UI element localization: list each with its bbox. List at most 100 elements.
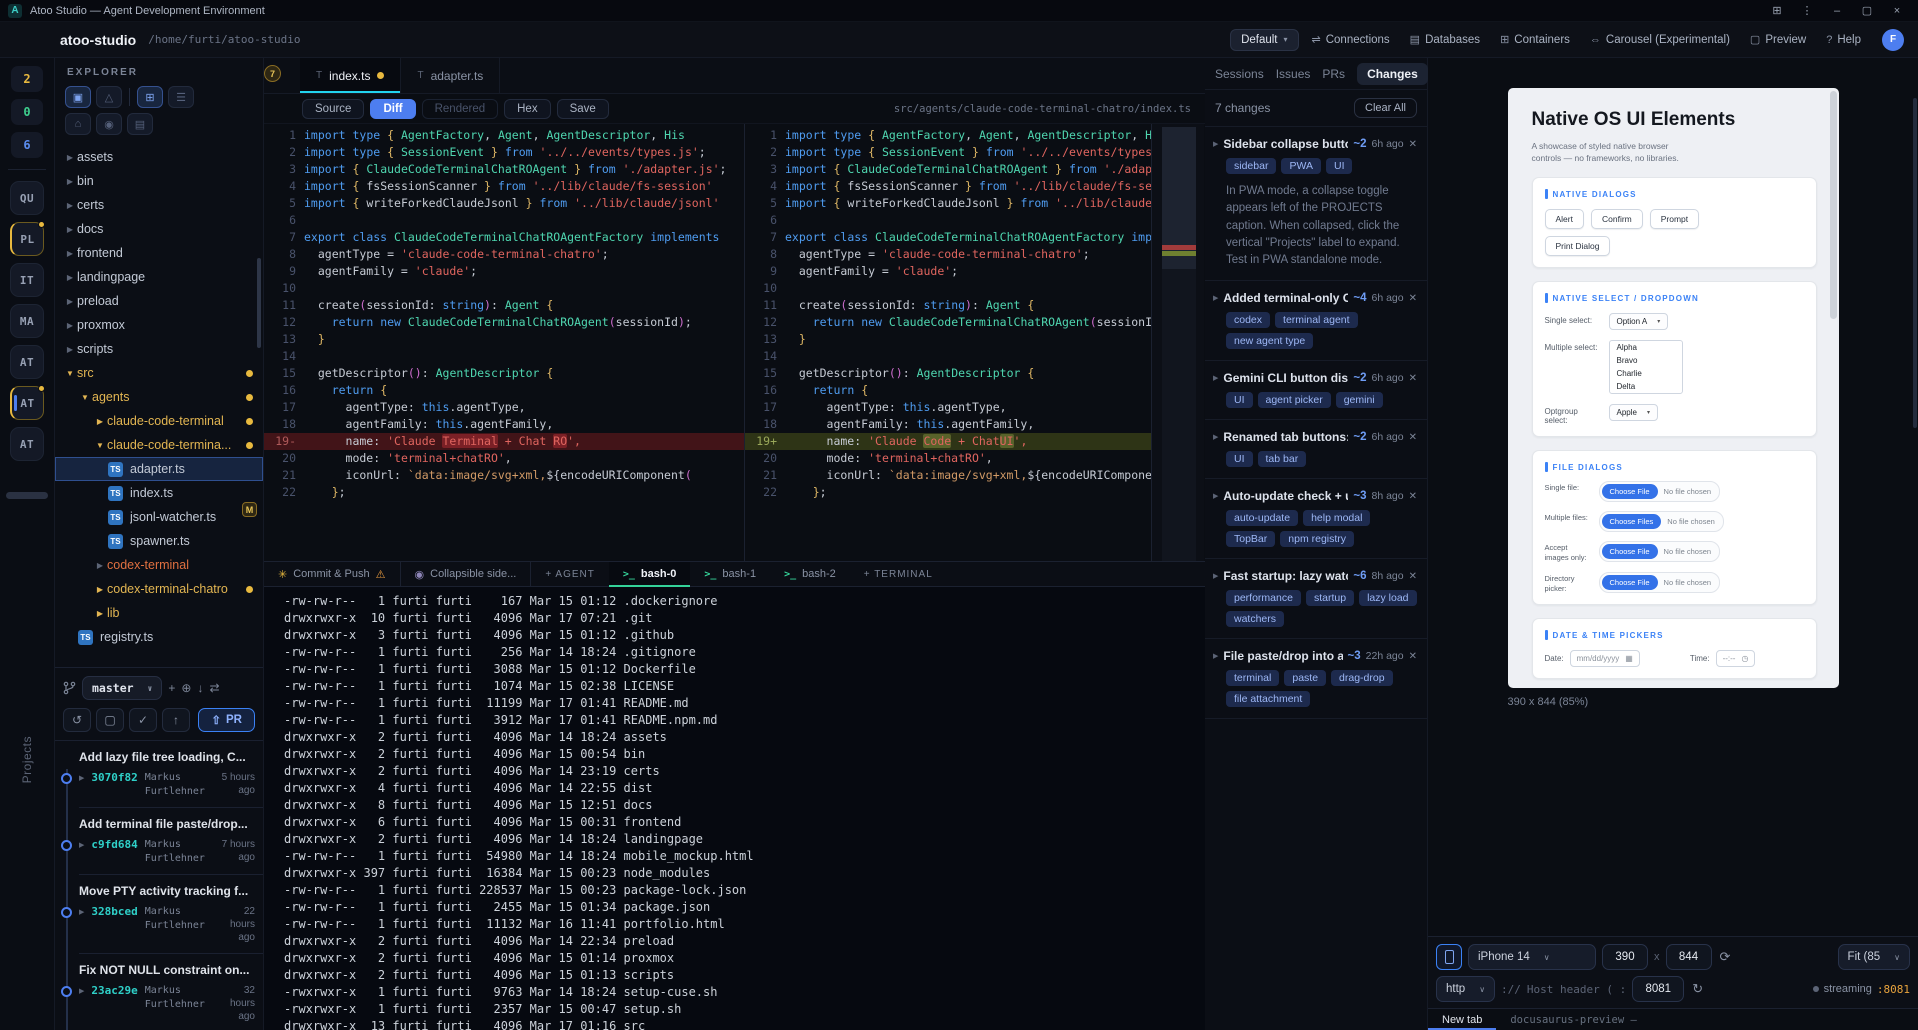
terminal-tab-bash-2[interactable]: >_bash-2 <box>770 562 850 586</box>
time-input[interactable]: --:--◷ <box>1716 650 1756 667</box>
maximize-button[interactable]: ▢ <box>1854 2 1880 20</box>
close-icon[interactable]: ✕ <box>1409 139 1417 150</box>
editor-tab-adapter-ts[interactable]: Tadapter.ts <box>401 58 500 93</box>
code-line-right-15[interactable]: 15 getDescriptor(): AgentDescriptor { <box>745 365 1151 382</box>
code-line-right-21[interactable]: 21 iconUrl: `data:image/svg+xml,${encode… <box>745 467 1151 484</box>
terminal-tab-commit-push[interactable]: ✳Commit & Push⚠ <box>264 562 401 586</box>
diff-right-pane[interactable]: 1import type { AgentFactory, Agent, Agen… <box>745 124 1152 561</box>
tab-prs[interactable]: PRs <box>1322 67 1345 81</box>
device-mockup[interactable]: Native OS UI Elements A showcase of styl… <box>1508 88 1839 688</box>
tab-sessions[interactable]: Sessions <box>1215 67 1264 81</box>
project-button-at-4[interactable]: AT <box>10 345 44 379</box>
add-icon[interactable]: + <box>168 681 175 695</box>
nav-carousel[interactable]: ⇔Carousel (Experimental) <box>1581 30 1739 50</box>
filter-rows-button[interactable]: ▤ <box>127 113 153 135</box>
extensions-icon[interactable]: ⊞ <box>1764 2 1790 20</box>
close-icon[interactable]: ✕ <box>1409 293 1417 304</box>
file-input[interactable]: Choose FileNo file chosen <box>1599 481 1721 502</box>
code-line-right-10[interactable]: 10 <box>745 280 1151 297</box>
chevron-right-icon[interactable]: ▶ <box>1213 433 1218 441</box>
file-input[interactable]: Choose FileNo file chosen <box>1599 572 1721 593</box>
listbox-option[interactable]: Delta <box>1610 380 1682 393</box>
tree-folder-codex-terminal[interactable]: ▶codex-terminal <box>55 553 263 577</box>
multiple-select-listbox[interactable]: AlphaBravoCharlieDelta <box>1609 340 1683 394</box>
project-button-at-6[interactable]: AT <box>10 427 44 461</box>
code-line-left-2[interactable]: 2import type { SessionEvent } from '../.… <box>264 144 744 161</box>
chevron-right-icon[interactable]: ▶ <box>1213 572 1218 580</box>
toolbar-source-button[interactable]: Source <box>302 99 364 119</box>
close-button[interactable]: × <box>1884 2 1910 20</box>
swap-icon[interactable]: ⇄ <box>209 681 219 695</box>
tree-file-registry-ts[interactable]: TSregistry.ts <box>55 625 263 649</box>
code-line-right-18[interactable]: 18 agentFamily: this.agentFamily, <box>745 416 1151 433</box>
viewport-height-input[interactable]: 844 <box>1666 944 1712 970</box>
code-line-left-18[interactable]: 18 agentFamily: this.agentFamily, <box>264 416 744 433</box>
terminal-tab-collapsible-side-[interactable]: ◉Collapsible side... <box>401 562 532 586</box>
code-line-left-15[interactable]: 15 getDescriptor(): AgentDescriptor { <box>264 365 744 382</box>
toolbar-diff-button[interactable]: Diff <box>370 99 415 119</box>
date-input[interactable]: mm/dd/yyyy▦ <box>1570 650 1640 667</box>
project-button-pl-1[interactable]: PL <box>10 222 44 256</box>
change-item-5[interactable]: ▶Fast startup: lazy watcher...~68h ago✕p… <box>1205 559 1427 639</box>
commit-item-2[interactable]: Move PTY activity tracking f...▶328bcedM… <box>79 875 263 954</box>
change-item-3[interactable]: ▶Renamed tab buttons: Ses...~26h ago✕UIt… <box>1205 420 1427 479</box>
chevron-right-icon[interactable]: ▶ <box>1213 492 1218 500</box>
commit-hash[interactable]: 23ac29e <box>91 984 137 997</box>
code-line-left-7[interactable]: 7export class ClaudeCodeTerminalChatROAg… <box>264 229 744 246</box>
tree-file-adapter-ts[interactable]: TSadapter.ts <box>55 457 263 481</box>
chevron-right-icon[interactable]: ▶ <box>1213 374 1218 382</box>
code-line-right-6[interactable]: 6 <box>745 212 1151 229</box>
project-button-qu-0[interactable]: QU <box>10 181 44 215</box>
close-icon[interactable]: ✕ <box>1409 432 1417 443</box>
close-icon[interactable]: ✕ <box>1409 491 1417 502</box>
code-line-left-14[interactable]: 14 <box>264 348 744 365</box>
filter-home-button[interactable]: ⌂ <box>65 113 91 135</box>
code-line-left-9[interactable]: 9 agentFamily = 'claude'; <box>264 263 744 280</box>
tab-issues[interactable]: Issues <box>1276 67 1311 81</box>
code-line-left-21[interactable]: 21 iconUrl: `data:image/svg+xml,${encode… <box>264 467 744 484</box>
tree-folder-certs[interactable]: ▶certs <box>55 193 263 217</box>
commit-hash[interactable]: 3070f82 <box>91 771 137 784</box>
rail-counter-2[interactable]: 6 <box>11 132 43 158</box>
terminal-tab-bash-1[interactable]: >_bash-1 <box>690 562 770 586</box>
commit-item-1[interactable]: Add terminal file paste/drop...▶c9fd684M… <box>79 808 263 875</box>
code-line-right-19[interactable]: 19+ name: 'Claude Code + ChatUI', <box>745 433 1151 450</box>
code-line-left-16[interactable]: 16 return { <box>264 382 744 399</box>
file-input[interactable]: Choose FilesNo file chosen <box>1599 511 1724 532</box>
menu-kebab-icon[interactable]: ⋮ <box>1794 2 1820 20</box>
code-line-left-22[interactable]: 22 }; <box>264 484 744 501</box>
tree-file-index-ts[interactable]: TSindex.ts <box>55 481 263 505</box>
code-line-left-8[interactable]: 8 agentType = 'claude-code-terminal-chat… <box>264 246 744 263</box>
close-icon[interactable]: ✕ <box>1409 651 1417 662</box>
code-line-right-11[interactable]: 11 create(sessionId: string): Agent { <box>745 297 1151 314</box>
tree-folder-landingpage[interactable]: ▶landingpage <box>55 265 263 289</box>
port-input[interactable]: 8081 <box>1632 976 1684 1002</box>
code-line-right-9[interactable]: 9 agentFamily = 'claude'; <box>745 263 1151 280</box>
tree-folder-bin[interactable]: ▶bin <box>55 169 263 193</box>
close-icon[interactable]: ✕ <box>1409 571 1417 582</box>
tree-folder-claude-code-terminal[interactable]: ▶claude-code-terminal <box>55 409 263 433</box>
view-list-button[interactable]: ☰ <box>168 86 194 108</box>
tree-folder-proxmox[interactable]: ▶proxmox <box>55 313 263 337</box>
rail-counter-0[interactable]: 2 <box>11 66 43 92</box>
tree-file-spawner-ts[interactable]: TSspawner.ts <box>55 529 263 553</box>
listbox-option[interactable]: Charlie <box>1610 367 1682 380</box>
close-icon[interactable]: ✕ <box>1409 373 1417 384</box>
code-line-right-22[interactable]: 22 }; <box>745 484 1151 501</box>
toolbar-save-button[interactable]: Save <box>557 99 609 119</box>
choose-file-button[interactable]: Choose Files <box>1602 514 1662 529</box>
code-line-right-4[interactable]: 4import { fsSessionScanner } from '../li… <box>745 178 1151 195</box>
choose-file-button[interactable]: Choose File <box>1602 575 1658 590</box>
code-line-left-4[interactable]: 4import { fsSessionScanner } from '../li… <box>264 178 744 195</box>
optgroup-select[interactable]: Apple▾ <box>1609 404 1658 421</box>
code-line-left-20[interactable]: 20 mode: 'terminal+chatRO', <box>264 450 744 467</box>
code-line-left-10[interactable]: 10 <box>264 280 744 297</box>
code-line-right-13[interactable]: 13 } <box>745 331 1151 348</box>
code-line-left-5[interactable]: 5import { writeForkedClaudeJsonl } from … <box>264 195 744 212</box>
diff-left-pane[interactable]: 1import type { AgentFactory, Agent, Agen… <box>264 124 745 561</box>
dialog-prompt-button[interactable]: Prompt <box>1650 209 1699 229</box>
check-icon[interactable]: ✓ <box>129 708 157 732</box>
change-item-6[interactable]: ▶File paste/drop into all te...~322h ago… <box>1205 639 1427 719</box>
tree-folder-assets[interactable]: ▶assets <box>55 145 263 169</box>
nav-help[interactable]: ?Help <box>1817 30 1870 50</box>
